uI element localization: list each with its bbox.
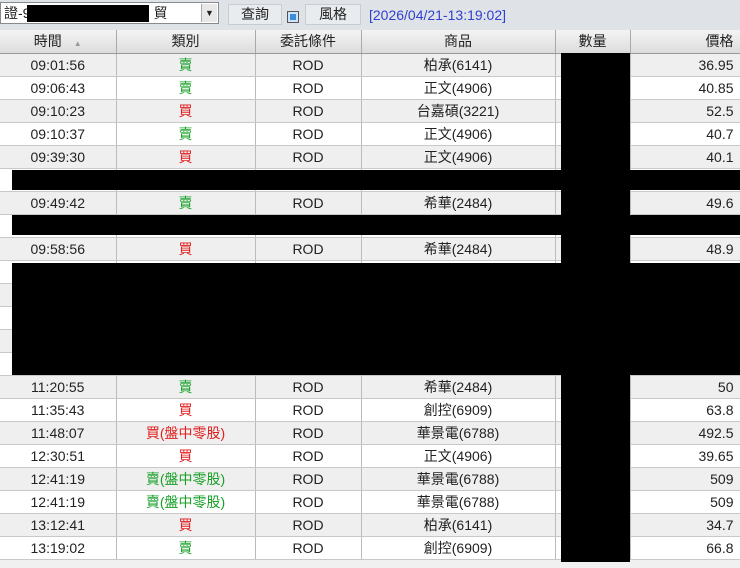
query-button[interactable]: 查詢 (228, 4, 282, 25)
cell-condition: ROD (255, 122, 362, 146)
cell-condition: ROD (255, 421, 362, 445)
cell-price: 48.9 (630, 237, 740, 261)
cell-type: 買 (116, 444, 256, 468)
cell-product: 創控(6909) (361, 398, 556, 422)
cell-price: 492.5 (630, 421, 740, 445)
cell-time: 09:58:56 (0, 237, 117, 261)
cell-type: 賣 (116, 536, 256, 560)
cell-time: 13:12:41 (0, 513, 117, 537)
cell-time: 12:30:51 (0, 444, 117, 468)
row-redaction (12, 170, 740, 190)
cell-price: 66.8 (630, 536, 740, 560)
cell-product: 希華(2484) (361, 237, 556, 261)
toolbar: 證-9 貿 ▼ 查詢 風格 [2026/04/21-13:19:02] (0, 0, 740, 30)
cell-condition: ROD (255, 467, 362, 491)
cell-time: 12:41:19 (0, 490, 117, 514)
cell-type: 賣(盤中零股) (116, 490, 256, 514)
cell-condition: ROD (255, 513, 362, 537)
cell-condition: ROD (255, 237, 362, 261)
redaction (27, 5, 149, 22)
cell-price: 50 (630, 375, 740, 399)
cell-product: 正文(4906) (361, 76, 556, 100)
column-header-quantity[interactable]: 數量 (555, 30, 631, 54)
cell-type: 賣 (116, 76, 256, 100)
cell-time: 11:35:43 (0, 398, 117, 422)
cell-type: 賣 (116, 375, 256, 399)
cell-product: 希華(2484) (361, 375, 556, 399)
cell-time: 09:39:30 (0, 145, 117, 169)
cell-time: 09:06:43 (0, 76, 117, 100)
cell-product: 正文(4906) (361, 122, 556, 146)
cell-condition: ROD (255, 53, 362, 77)
cell-product: 華景電(6788) (361, 490, 556, 514)
style-button[interactable]: 風格 (305, 4, 361, 25)
cell-product: 柏承(6141) (361, 53, 556, 77)
cell-condition: ROD (255, 536, 362, 560)
cell-price: 40.7 (630, 122, 740, 146)
cell-condition: ROD (255, 145, 362, 169)
cell-type: 賣 (116, 53, 256, 77)
cell-price: 34.7 (630, 513, 740, 537)
timestamp: [2026/04/21-13:19:02] (369, 7, 507, 23)
cell-product: 華景電(6788) (361, 421, 556, 445)
account-suffix: 貿 (153, 5, 168, 21)
cell-type: 賣 (116, 191, 256, 215)
cell-type: 買(盤中零股) (116, 421, 256, 445)
cell-price: 36.95 (630, 53, 740, 77)
cell-type: 買 (116, 398, 256, 422)
cell-price: 52.5 (630, 99, 740, 123)
column-header-condition[interactable]: 委託條件 (255, 30, 362, 54)
cell-condition: ROD (255, 444, 362, 468)
column-header-price[interactable]: 價格 (630, 30, 740, 54)
cell-product: 華景電(6788) (361, 467, 556, 491)
cell-product: 希華(2484) (361, 191, 556, 215)
cell-product: 柏承(6141) (361, 513, 556, 537)
cell-type: 賣 (116, 122, 256, 146)
cell-time: 09:10:23 (0, 99, 117, 123)
cell-price: 509 (630, 467, 740, 491)
cell-time: 11:20:55 (0, 375, 117, 399)
cell-condition: ROD (255, 398, 362, 422)
column-header-type[interactable]: 類別 (116, 30, 256, 54)
cell-price: 40.85 (630, 76, 740, 100)
row-redaction (12, 263, 740, 375)
cell-condition: ROD (255, 375, 362, 399)
cell-type: 賣(盤中零股) (116, 467, 256, 491)
cell-condition: ROD (255, 76, 362, 100)
cell-price: 509 (630, 490, 740, 514)
cell-product: 創控(6909) (361, 536, 556, 560)
cell-type: 買 (116, 145, 256, 169)
cell-price: 49.6 (630, 191, 740, 215)
cell-condition: ROD (255, 490, 362, 514)
cell-type: 買 (116, 99, 256, 123)
cell-product: 正文(4906) (361, 145, 556, 169)
cell-time: 09:01:56 (0, 53, 117, 77)
sort-asc-icon: ▲ (73, 39, 82, 49)
cell-product: 台嘉碩(3221) (361, 99, 556, 123)
column-header-time[interactable]: 時間 ▲ (0, 30, 117, 54)
cell-type: 買 (116, 237, 256, 261)
cell-time: 12:41:19 (0, 467, 117, 491)
cell-price: 40.1 (630, 145, 740, 169)
cell-type: 買 (116, 513, 256, 537)
cell-time: 13:19:02 (0, 536, 117, 560)
cell-time: 11:48:07 (0, 421, 117, 445)
style-checkbox[interactable] (287, 11, 299, 23)
cell-time: 09:10:37 (0, 122, 117, 146)
column-header-product[interactable]: 商品 (361, 30, 556, 54)
cell-price: 39.65 (630, 444, 740, 468)
cell-condition: ROD (255, 191, 362, 215)
cell-price: 63.8 (630, 398, 740, 422)
row-redaction (12, 215, 740, 235)
cell-condition: ROD (255, 99, 362, 123)
chevron-down-icon[interactable]: ▼ (201, 4, 217, 22)
cell-product: 正文(4906) (361, 444, 556, 468)
cell-time: 09:49:42 (0, 191, 117, 215)
